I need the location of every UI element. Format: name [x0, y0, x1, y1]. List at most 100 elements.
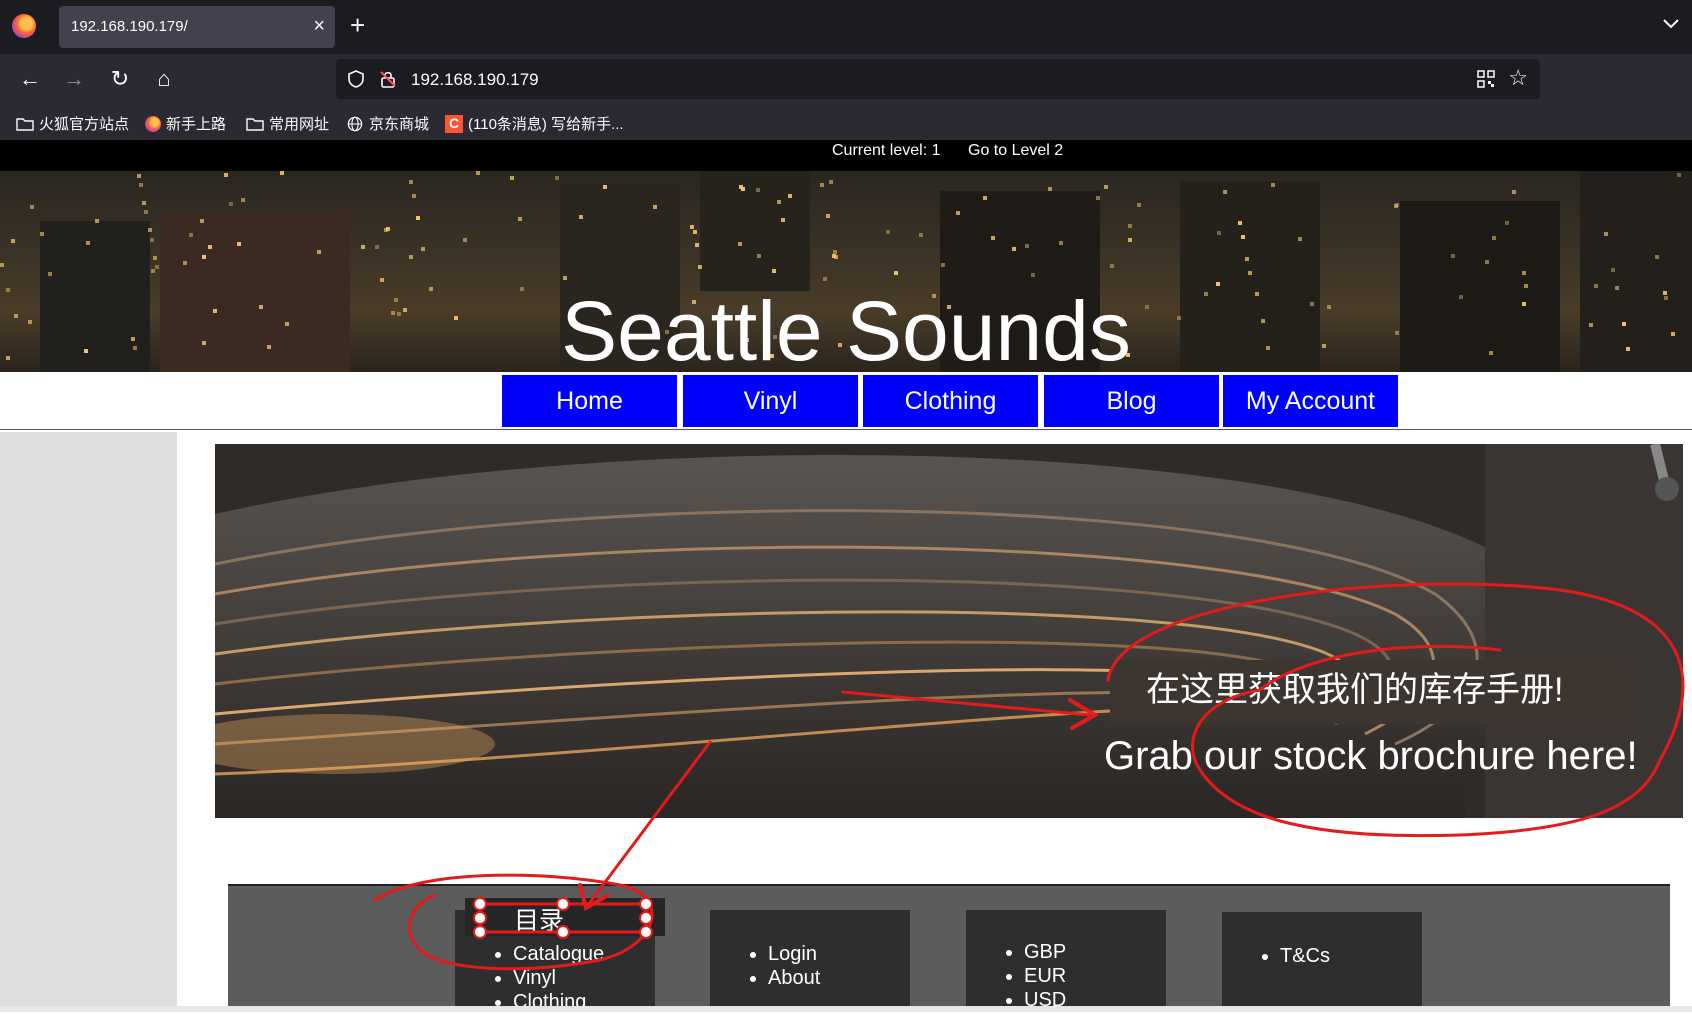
firefox-icon [145, 115, 161, 132]
left-sidebar [0, 432, 177, 1012]
bookmark-item[interactable]: 火狐官方站点 [16, 113, 129, 134]
navigation-toolbar: ← → ↻ ⌂ 192.168.190.179 ☆ [0, 54, 1692, 106]
hero-window-light [142, 201, 146, 205]
hero-window-light [941, 263, 945, 267]
footer-column-legal: T&Cs [1222, 912, 1422, 1012]
chevron-down-icon[interactable] [1662, 14, 1680, 35]
hero-window-light [829, 180, 833, 184]
hero-window-light [241, 198, 245, 202]
browser-tab-strip: 192.168.190.179/ × + [0, 0, 1692, 54]
forward-button[interactable]: → [60, 66, 88, 92]
hero-window-light [579, 215, 583, 219]
footer-link-catalogue[interactable]: Catalogue [513, 942, 655, 966]
brochure-cn-label: 在这里获取我们的库存手册! [1146, 671, 1564, 709]
hero-window-light [653, 205, 657, 209]
insecure-lock-icon[interactable] [378, 69, 398, 89]
hero-window-light [208, 245, 212, 249]
hero-window-light [189, 233, 193, 237]
home-button[interactable]: ⌂ [150, 66, 178, 92]
hero-window-light [826, 214, 830, 218]
footer-list: Login About [710, 942, 910, 990]
hero-window-light [1104, 185, 1108, 189]
hero-window-light [1025, 244, 1029, 248]
bookmark-star-icon[interactable]: ☆ [1508, 65, 1528, 91]
hero-window-light [375, 245, 379, 249]
hero-window-light [1505, 221, 1509, 225]
hero-window-light [0, 263, 4, 267]
hero-window-light [412, 194, 416, 198]
back-button[interactable]: ← [16, 66, 44, 92]
footer-link-eur[interactable]: EUR [1024, 964, 1166, 988]
hero-window-light [693, 230, 697, 234]
shield-icon[interactable] [346, 69, 366, 89]
reload-button[interactable]: ↻ [106, 66, 134, 92]
hero-window-light [202, 255, 206, 259]
url-bar[interactable]: 192.168.190.179 ☆ [336, 59, 1540, 99]
new-tab-button[interactable]: + [350, 10, 365, 40]
hero-window-light [1048, 187, 1052, 191]
hero-window-light [1110, 264, 1114, 268]
footer-column-currency: GBP EUR USD [966, 910, 1166, 1012]
hero-window-light [1128, 224, 1132, 228]
close-icon[interactable]: × [313, 15, 325, 37]
qr-code-icon[interactable] [1476, 69, 1496, 89]
hero-window-light [48, 272, 52, 276]
footer-link-about[interactable]: About [768, 966, 910, 990]
hero-window-light [229, 202, 233, 206]
hero-window-light [95, 219, 99, 223]
footer-link-login[interactable]: Login [768, 942, 910, 966]
bookmark-item[interactable]: C (110条消息) 写给新手... [445, 113, 624, 134]
hero-building [700, 171, 810, 291]
hero-window-light [983, 196, 987, 200]
hero-window-light [777, 200, 781, 204]
bookmark-label: 京东商城 [369, 116, 430, 133]
footer-link-tcs[interactable]: T&Cs [1280, 944, 1422, 968]
footer-column-account: Login About [710, 910, 910, 1012]
hero-window-light [280, 171, 284, 175]
hero-window-light [409, 255, 413, 259]
hero-window-light [518, 217, 522, 221]
hero-window-light [1492, 236, 1496, 240]
hero-window-light [555, 176, 559, 180]
hero-window-light [137, 174, 141, 178]
hero-window-light [757, 254, 761, 258]
bookmark-label: 常用网址 [269, 116, 330, 133]
footer-link-vinyl[interactable]: Vinyl [513, 966, 655, 990]
bookmark-label: 火狐官方站点 [39, 116, 130, 133]
bookmark-item[interactable]: 常用网址 [246, 113, 329, 134]
catalogue-heading: 目录 [514, 907, 565, 935]
hero-window-light [563, 276, 567, 280]
hero-window-light [1522, 271, 1526, 275]
hero-window-light [144, 210, 148, 214]
bottom-scroll-strip [0, 1006, 1692, 1012]
hero-window-light [384, 228, 388, 232]
hero-window-light [237, 242, 241, 246]
nav-clothing[interactable]: Clothing [863, 375, 1038, 427]
bookmark-item[interactable]: 新手上路 [145, 113, 226, 134]
nav-vinyl[interactable]: Vinyl [683, 375, 858, 427]
nav-blog[interactable]: Blog [1044, 375, 1219, 427]
browser-tab[interactable]: 192.168.190.179/ × [59, 6, 335, 48]
hero-window-light [823, 277, 827, 281]
hero-window-light [1298, 237, 1302, 241]
url-text[interactable]: 192.168.190.179 [411, 70, 539, 90]
bookmark-item[interactable]: 京东商城 [346, 113, 429, 134]
hero-window-light [1604, 232, 1608, 236]
nav-home[interactable]: Home [502, 375, 677, 427]
hero-window-light [1031, 273, 1035, 277]
hero-window-light [1611, 268, 1615, 272]
hero-window-light [1012, 247, 1016, 251]
hero-window-light [1655, 255, 1659, 259]
hero-window-light [200, 219, 204, 223]
goto-level-link[interactable]: Go to Level 2 [968, 142, 1063, 160]
nav-my-account[interactable]: My Account [1223, 375, 1398, 427]
footer [228, 884, 1670, 1012]
hero-window-light [756, 188, 760, 192]
csdn-icon: C [445, 114, 463, 133]
hero-window-light [139, 183, 143, 187]
footer-link-gbp[interactable]: GBP [1024, 940, 1166, 964]
hero-window-light [1059, 241, 1063, 245]
hero-window-light [30, 205, 34, 209]
main-navigation: Home Vinyl Clothing Blog My Account [0, 372, 1692, 430]
brochure-link[interactable]: Grab our stock brochure here! [1104, 732, 1638, 780]
